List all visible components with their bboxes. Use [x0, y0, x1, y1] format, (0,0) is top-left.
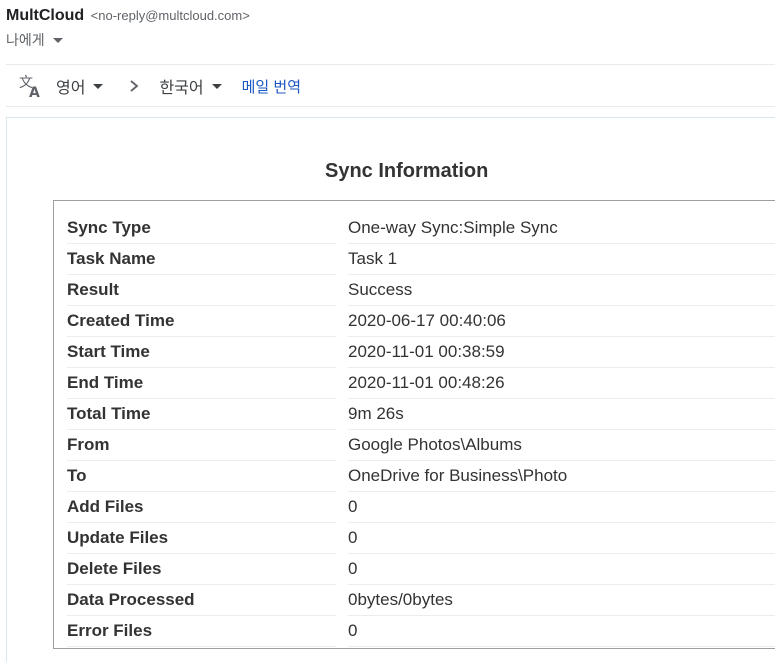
- message-body: Sync Information Sync Type One-way Sync:S…: [6, 117, 775, 662]
- divider: [6, 106, 775, 107]
- table-row: Error Files 0: [67, 615, 775, 647]
- translate-bar: 文 A 영어 한국어 메일 번역: [18, 72, 301, 100]
- table-row: To OneDrive for Business\Photo: [67, 460, 775, 492]
- table-row: Sync Type One-way Sync:Simple Sync: [67, 213, 775, 244]
- row-value: 0: [348, 553, 775, 585]
- row-value: 0: [348, 615, 775, 647]
- recipient-label: 나에게: [6, 32, 45, 48]
- row-gap: [336, 244, 348, 275]
- row-gap: [336, 461, 348, 492]
- table-row: Task Name Task 1: [67, 243, 775, 275]
- svg-text:A: A: [29, 85, 40, 99]
- chevron-down-icon: [52, 37, 63, 43]
- row-gap: [336, 585, 348, 616]
- row-gap: [336, 275, 348, 306]
- row-label: Created Time: [67, 305, 336, 337]
- row-value: 2020-06-17 00:40:06: [348, 305, 775, 337]
- row-gap: [336, 213, 348, 244]
- row-value: OneDrive for Business\Photo: [348, 460, 775, 492]
- row-value: 0bytes/0bytes: [348, 584, 775, 616]
- row-label: End Time: [67, 367, 336, 399]
- row-value: Task 1: [348, 243, 775, 275]
- row-value: Success: [348, 274, 775, 306]
- row-label: Error Files: [67, 615, 336, 647]
- row-label: Total Time: [67, 398, 336, 430]
- row-label: Add Files: [67, 491, 336, 523]
- row-label: Result: [67, 274, 336, 306]
- row-value: 2020-11-01 00:38:59: [348, 336, 775, 368]
- row-gap: [336, 368, 348, 399]
- table-row: Result Success: [67, 274, 775, 306]
- row-gap: [336, 306, 348, 337]
- translate-message-link[interactable]: 메일 번역: [242, 76, 301, 97]
- table-row: End Time 2020-11-01 00:48:26: [67, 367, 775, 399]
- row-gap: [336, 554, 348, 585]
- table-row: Total Time 9m 26s: [67, 398, 775, 430]
- table-row: Created Time 2020-06-17 00:40:06: [67, 305, 775, 337]
- sync-info-box: Sync Type One-way Sync:Simple Sync Task Na…: [53, 200, 775, 649]
- table-row: Data Processed 0bytes/0bytes: [67, 584, 775, 616]
- chevron-right-icon: [129, 79, 139, 93]
- row-label: Sync Type: [67, 213, 336, 244]
- table-row: Delete Files 0: [67, 553, 775, 585]
- table-row: Update Files 0: [67, 522, 775, 554]
- table-row: Start Time 2020-11-01 00:38:59: [67, 336, 775, 368]
- row-value: One-way Sync:Simple Sync: [348, 213, 775, 244]
- chevron-down-icon: [211, 83, 222, 89]
- recipient-dropdown[interactable]: 나에게: [6, 30, 250, 50]
- row-gap: [336, 492, 348, 523]
- sender-email: <no-reply@multcloud.com>: [90, 8, 250, 23]
- email-header: MultCloud <no-reply@multcloud.com> 나에게: [6, 6, 250, 50]
- translate-icon: 文 A: [19, 75, 40, 99]
- row-value: 9m 26s: [348, 398, 775, 430]
- chevron-down-icon: [93, 83, 104, 89]
- table-row: From Google Photos\Albums: [67, 429, 775, 461]
- row-gap: [336, 337, 348, 368]
- row-label: Task Name: [67, 243, 336, 275]
- sync-title: Sync Information: [325, 160, 489, 182]
- source-language-select[interactable]: 영어: [56, 74, 104, 98]
- row-label: Update Files: [67, 522, 336, 554]
- table-row: Add Files 0: [67, 491, 775, 523]
- row-label: From: [67, 429, 336, 461]
- row-label: Delete Files: [67, 553, 336, 585]
- row-gap: [336, 430, 348, 461]
- row-label: Data Processed: [67, 584, 336, 616]
- row-value: 2020-11-01 00:48:26: [348, 367, 775, 399]
- row-value: 0: [348, 491, 775, 523]
- sender-name[interactable]: MultCloud: [6, 7, 84, 24]
- row-label: Start Time: [67, 336, 336, 368]
- row-gap: [336, 616, 348, 647]
- sync-info-table: Sync Type One-way Sync:Simple Sync Task Na…: [67, 213, 775, 647]
- row-label: To: [67, 460, 336, 492]
- row-gap: [336, 399, 348, 430]
- sender-line: MultCloud <no-reply@multcloud.com>: [6, 6, 250, 26]
- target-language-label: 한국어: [159, 80, 204, 97]
- target-language-select[interactable]: 한국어: [159, 74, 222, 98]
- row-gap: [336, 523, 348, 554]
- row-value: Google Photos\Albums: [348, 429, 775, 461]
- source-language-label: 영어: [56, 80, 86, 97]
- row-value: 0: [348, 522, 775, 554]
- divider: [6, 64, 775, 65]
